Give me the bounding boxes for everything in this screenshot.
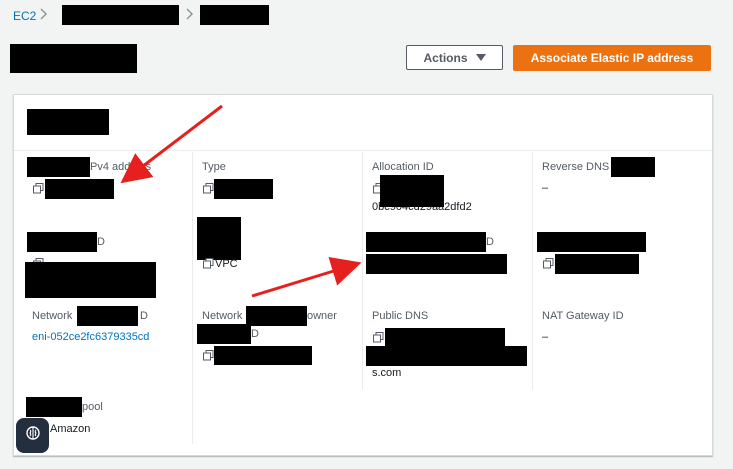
private-ip-label: D bbox=[486, 236, 494, 248]
redacted-type-value bbox=[214, 179, 273, 199]
redacted-network-owner-value bbox=[214, 346, 312, 365]
actions-dropdown-button[interactable]: Actions bbox=[406, 45, 503, 70]
copy-icon[interactable] bbox=[543, 258, 554, 269]
nat-gateway-label: NAT Gateway ID bbox=[542, 310, 624, 322]
address-pool-value: Amazon bbox=[50, 423, 91, 435]
chevron-right-icon bbox=[40, 8, 48, 20]
redacted-private-ip-value bbox=[366, 254, 507, 274]
redacted-public-dns-part bbox=[366, 346, 527, 366]
copy-icon[interactable] bbox=[203, 350, 214, 361]
redacted-label-segment bbox=[26, 397, 82, 417]
redacted-association-id-value bbox=[25, 262, 156, 298]
redacted-label-segment bbox=[246, 306, 307, 326]
redacted-reverse-dns-label-part bbox=[611, 157, 655, 177]
scope-value: VPC bbox=[215, 258, 238, 270]
public-dns-value-tail: s.com bbox=[372, 367, 402, 379]
network-interface-id-link[interactable]: eni-052ce2fc6379335cd bbox=[32, 331, 149, 343]
help-assistant-button[interactable] bbox=[16, 418, 49, 453]
network-owner-label-head: Network bbox=[202, 310, 243, 322]
associate-elastic-ip-button[interactable]: Associate Elastic IP address bbox=[513, 45, 711, 71]
column-divider bbox=[362, 152, 363, 390]
associate-button-label: Associate Elastic IP address bbox=[530, 51, 694, 65]
panel-title-redacted bbox=[27, 109, 109, 135]
copy-icon[interactable] bbox=[373, 332, 384, 343]
chevron-right-icon bbox=[186, 8, 194, 20]
reverse-dns-label: Reverse DNS bbox=[542, 161, 610, 173]
redacted-breadcrumb-item bbox=[62, 5, 179, 25]
network-owner-label-tail: owner bbox=[307, 310, 337, 322]
column-divider bbox=[532, 152, 533, 390]
actions-button-label: Actions bbox=[423, 50, 468, 65]
redacted-value bbox=[555, 254, 639, 274]
allocation-id-label: Allocation ID bbox=[372, 161, 434, 173]
redacted-scope-label bbox=[197, 217, 241, 260]
breadcrumb-ec2[interactable]: EC2 bbox=[13, 9, 36, 23]
redacted-breadcrumb-current bbox=[200, 5, 269, 25]
redacted-public-ipv4-value bbox=[45, 179, 114, 199]
copy-icon[interactable] bbox=[203, 258, 214, 269]
copy-icon[interactable] bbox=[203, 183, 214, 194]
reverse-dns-value: – bbox=[542, 182, 549, 194]
redacted-label-segment bbox=[366, 232, 486, 252]
association-id-label: D bbox=[97, 236, 105, 248]
network-interface-label-head: Network bbox=[32, 310, 73, 322]
nat-gateway-value: – bbox=[542, 331, 549, 343]
network-interface-label-tail: D bbox=[140, 310, 148, 322]
public-ipv4-label: Pv4 address bbox=[90, 161, 152, 173]
network-owner-sub-label: D bbox=[251, 328, 259, 340]
redacted-allocation-id-part bbox=[380, 175, 444, 207]
caret-down-icon bbox=[475, 54, 486, 61]
redacted-label-segment bbox=[77, 306, 138, 326]
address-pool-label: pool bbox=[82, 401, 103, 413]
redacted-label-segment bbox=[197, 324, 251, 344]
copy-icon[interactable] bbox=[33, 183, 44, 194]
panel-header-divider bbox=[14, 150, 712, 151]
type-label: Type bbox=[202, 161, 226, 173]
column-divider bbox=[192, 152, 193, 444]
redacted-label-segment bbox=[537, 232, 646, 252]
brain-icon bbox=[25, 425, 41, 446]
redacted-label-segment bbox=[27, 232, 97, 252]
public-dns-label: Public DNS bbox=[372, 310, 429, 322]
redacted-public-dns-part bbox=[385, 328, 505, 346]
redacted-label-segment bbox=[27, 157, 90, 177]
page-title-redacted bbox=[10, 44, 137, 73]
